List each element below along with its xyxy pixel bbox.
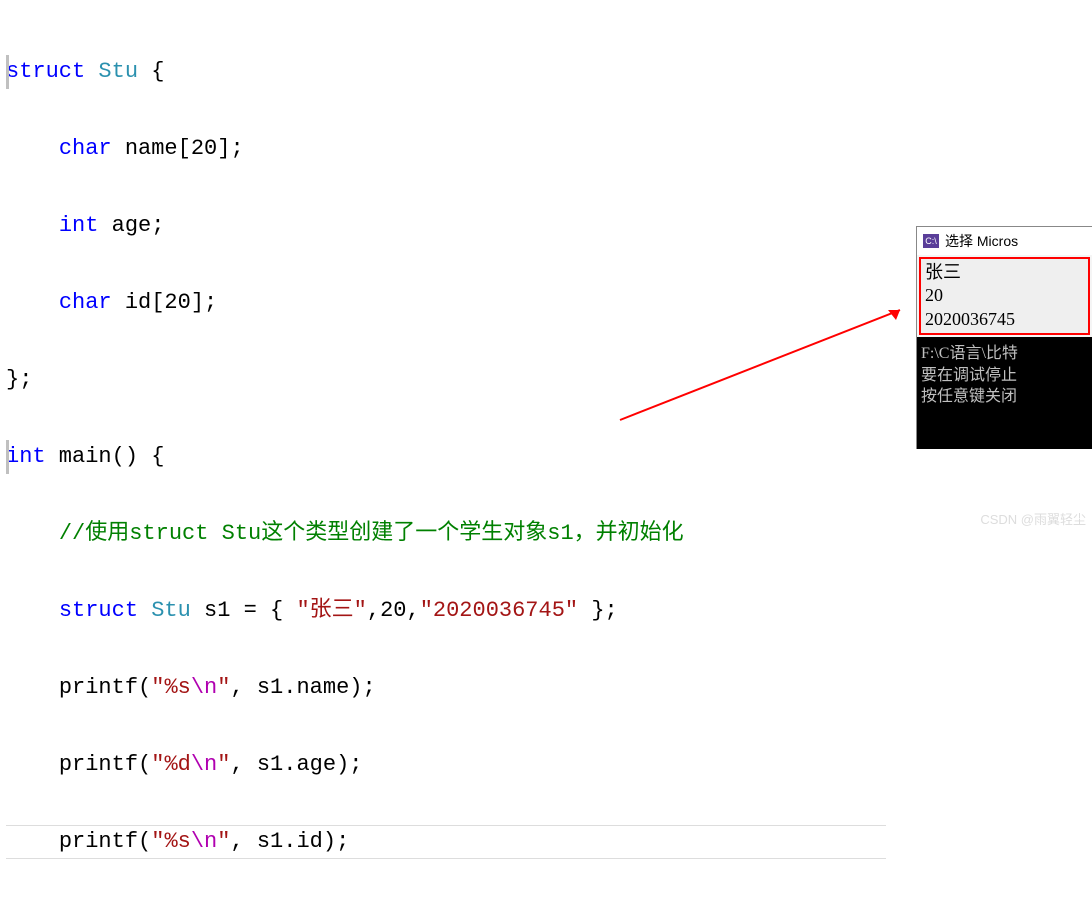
- code-text: ,20,: [367, 598, 420, 623]
- console-text: 要在调试停止: [921, 365, 1088, 387]
- output-line: 张三: [925, 261, 1084, 284]
- console-icon: C:\: [923, 234, 939, 248]
- string-quote: ": [151, 675, 164, 700]
- code-text: {: [138, 59, 164, 84]
- code-text: id[20];: [112, 290, 218, 315]
- keyword-int: int: [6, 444, 46, 469]
- code-editor: struct Stu { char name[20]; int age; cha…: [0, 0, 1092, 914]
- console-title-text: 选择 Micros: [945, 231, 1018, 251]
- console-text: 按任意键关闭: [921, 386, 1088, 408]
- indent: [6, 675, 59, 700]
- indent: [6, 598, 59, 623]
- keyword-char: char: [59, 290, 112, 315]
- code-text: main() {: [46, 444, 165, 469]
- keyword-char: char: [59, 136, 112, 161]
- comment: //使用struct Stu这个类型创建了一个学生对象s1，并初始化: [59, 521, 684, 546]
- indent: [6, 290, 59, 315]
- string-quote: ": [217, 675, 230, 700]
- code-text: printf(: [59, 675, 151, 700]
- type-name: Stu: [138, 598, 191, 623]
- code-text: , s1.name);: [230, 675, 375, 700]
- console-window: C:\ 选择 Micros 张三 20 2020036745 F:\C语言\比特…: [916, 226, 1092, 449]
- code-text: name[20];: [112, 136, 244, 161]
- escape-sequence: \n: [191, 829, 217, 854]
- code-text: printf(: [59, 829, 151, 854]
- code-text: s1 = {: [191, 598, 297, 623]
- string-quote: ": [151, 829, 164, 854]
- string-quote: ": [217, 752, 230, 777]
- console-titlebar: C:\ 选择 Micros: [917, 227, 1092, 255]
- string-quote: ": [217, 829, 230, 854]
- format-specifier: %s: [164, 675, 190, 700]
- keyword-struct: struct: [59, 598, 138, 623]
- format-specifier: %d: [164, 752, 190, 777]
- code-text: , s1.id);: [230, 829, 349, 854]
- escape-sequence: \n: [191, 675, 217, 700]
- keyword-struct: struct: [6, 59, 85, 84]
- indent: [6, 521, 59, 546]
- format-specifier: %s: [164, 829, 190, 854]
- code-text: };: [6, 367, 32, 392]
- code-text: printf(: [59, 752, 151, 777]
- code-text: age;: [98, 213, 164, 238]
- escape-sequence: \n: [191, 752, 217, 777]
- code-text: , s1.age);: [230, 752, 362, 777]
- output-line: 2020036745: [925, 308, 1084, 331]
- console-body: F:\C语言\比特 要在调试停止 按任意键关闭: [917, 337, 1092, 449]
- indent: [6, 213, 59, 238]
- indent: [6, 752, 59, 777]
- string-literal: "2020036745": [420, 598, 578, 623]
- watermark: CSDN @雨翼轻尘: [980, 509, 1086, 528]
- console-output-highlight: 张三 20 2020036745: [919, 257, 1090, 335]
- string-quote: ": [151, 752, 164, 777]
- indent: [6, 136, 59, 161]
- indent: [6, 829, 59, 854]
- output-line: 20: [925, 284, 1084, 307]
- type-name: Stu: [85, 59, 138, 84]
- keyword-int: int: [59, 213, 99, 238]
- console-text: F:\C语言\比特: [921, 343, 1088, 365]
- string-literal: "张三": [296, 598, 366, 623]
- code-text: };: [578, 598, 618, 623]
